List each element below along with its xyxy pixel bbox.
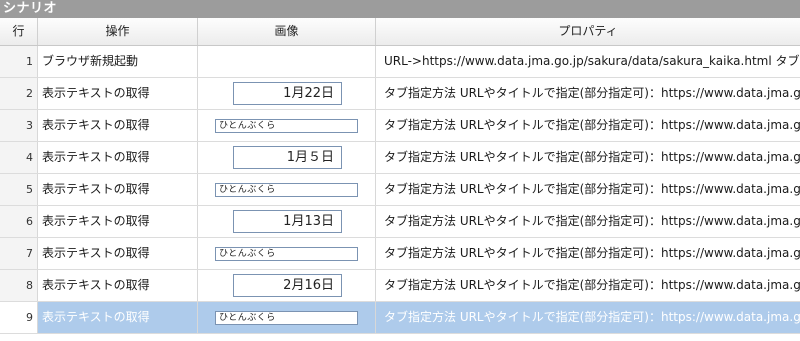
- property-cell[interactable]: タブ指定方法 URLやタイトルで指定(部分指定可)：https://www.da…: [376, 110, 800, 141]
- image-cell[interactable]: [198, 46, 376, 77]
- image-cell[interactable]: ひとんぶくら: [198, 302, 376, 333]
- table-row[interactable]: 2 表示テキストの取得 1月22日 タブ指定方法 URLやタイトルで指定(部分指定可)…: [0, 78, 800, 110]
- captured-name-image: ひとんぶくら: [215, 311, 358, 325]
- image-cell[interactable]: ひとんぶくら: [198, 174, 376, 205]
- row-number: 7: [0, 238, 38, 269]
- operation-cell[interactable]: 表示テキストの取得: [38, 238, 198, 269]
- row-number: 5: [0, 174, 38, 205]
- column-header-operation[interactable]: 操作: [38, 18, 198, 45]
- operation-cell[interactable]: 表示テキストの取得: [38, 110, 198, 141]
- row-number: 3: [0, 110, 38, 141]
- captured-date-image: 1月５日: [233, 146, 342, 169]
- operation-cell[interactable]: 表示テキストの取得: [38, 174, 198, 205]
- captured-name-image: ひとんぶくら: [215, 183, 358, 197]
- property-cell[interactable]: タブ指定方法 URLやタイトルで指定(部分指定可)：https://www.da…: [376, 78, 800, 109]
- panel-title-bar: シナリオ: [0, 0, 800, 18]
- image-cell[interactable]: 1月22日: [198, 78, 376, 109]
- table-row[interactable]: 6 表示テキストの取得 1月13日 タブ指定方法 URLやタイトルで指定(部分指定可)…: [0, 206, 800, 238]
- captured-date-image: 1月13日: [233, 210, 342, 233]
- image-cell[interactable]: 1月13日: [198, 206, 376, 237]
- row-number: 6: [0, 206, 38, 237]
- operation-cell[interactable]: 表示テキストの取得: [38, 78, 198, 109]
- table-row[interactable]: 7 表示テキストの取得 ひとんぶくら タブ指定方法 URLやタイトルで指定(部分指定可…: [0, 238, 800, 270]
- property-cell[interactable]: タブ指定方法 URLやタイトルで指定(部分指定可)：https://www.da…: [376, 302, 800, 333]
- row-number: 9: [0, 302, 38, 333]
- panel-title: シナリオ: [3, 1, 58, 16]
- operation-cell[interactable]: 表示テキストの取得: [38, 270, 198, 301]
- operation-cell[interactable]: ブラウザ新規起動: [38, 46, 198, 77]
- row-number: 4: [0, 142, 38, 173]
- captured-name-image: ひとんぶくら: [215, 247, 358, 261]
- operation-cell[interactable]: 表示テキストの取得: [38, 206, 198, 237]
- column-header-line[interactable]: 行: [0, 18, 38, 45]
- row-number: 1: [0, 46, 38, 77]
- column-header-property[interactable]: プロパティ: [376, 18, 800, 45]
- operation-cell[interactable]: 表示テキストの取得: [38, 302, 198, 333]
- table-row[interactable]: 5 表示テキストの取得 ひとんぶくら タブ指定方法 URLやタイトルで指定(部分指定可…: [0, 174, 800, 206]
- captured-name-image: ひとんぶくら: [215, 119, 358, 133]
- row-number: 8: [0, 270, 38, 301]
- column-header-image[interactable]: 画像: [198, 18, 376, 45]
- table-row[interactable]: 9 表示テキストの取得 ひとんぶくら タブ指定方法 URLやタイトルで指定(部分指定可…: [0, 302, 800, 334]
- scenario-grid[interactable]: 行 操作 画像 プロパティ 1 ブラウザ新規起動 URL->https://www.…: [0, 18, 800, 341]
- table-row[interactable]: 3 表示テキストの取得 ひとんぶくら タブ指定方法 URLやタイトルで指定(部分指定可…: [0, 110, 800, 142]
- image-cell[interactable]: ひとんぶくら: [198, 238, 376, 269]
- image-cell[interactable]: ひとんぶくら: [198, 110, 376, 141]
- table-row[interactable]: 4 表示テキストの取得 1月５日 タブ指定方法 URLやタイトルで指定(部分指定可)：…: [0, 142, 800, 174]
- property-cell[interactable]: タブ指定方法 URLやタイトルで指定(部分指定可)：https://www.da…: [376, 174, 800, 205]
- captured-date-image: 2月16日: [233, 274, 342, 297]
- row-number: 2: [0, 78, 38, 109]
- captured-date-image: 1月22日: [233, 82, 342, 105]
- image-cell[interactable]: 2月16日: [198, 270, 376, 301]
- operation-cell[interactable]: 表示テキストの取得: [38, 142, 198, 173]
- property-cell[interactable]: タブ指定方法 URLやタイトルで指定(部分指定可)：https://www.da…: [376, 142, 800, 173]
- property-cell[interactable]: URL->https://www.data.jma.go.jp/sakura/d…: [376, 46, 800, 77]
- grid-header: 行 操作 画像 プロパティ: [0, 18, 800, 46]
- property-cell[interactable]: タブ指定方法 URLやタイトルで指定(部分指定可)：https://www.da…: [376, 238, 800, 269]
- property-cell[interactable]: タブ指定方法 URLやタイトルで指定(部分指定可)：https://www.da…: [376, 206, 800, 237]
- table-row[interactable]: 1 ブラウザ新規起動 URL->https://www.data.jma.go.jp…: [0, 46, 800, 78]
- property-cell[interactable]: タブ指定方法 URLやタイトルで指定(部分指定可)：https://www.da…: [376, 270, 800, 301]
- image-cell[interactable]: 1月５日: [198, 142, 376, 173]
- table-row[interactable]: 8 表示テキストの取得 2月16日 タブ指定方法 URLやタイトルで指定(部分指定可)…: [0, 270, 800, 302]
